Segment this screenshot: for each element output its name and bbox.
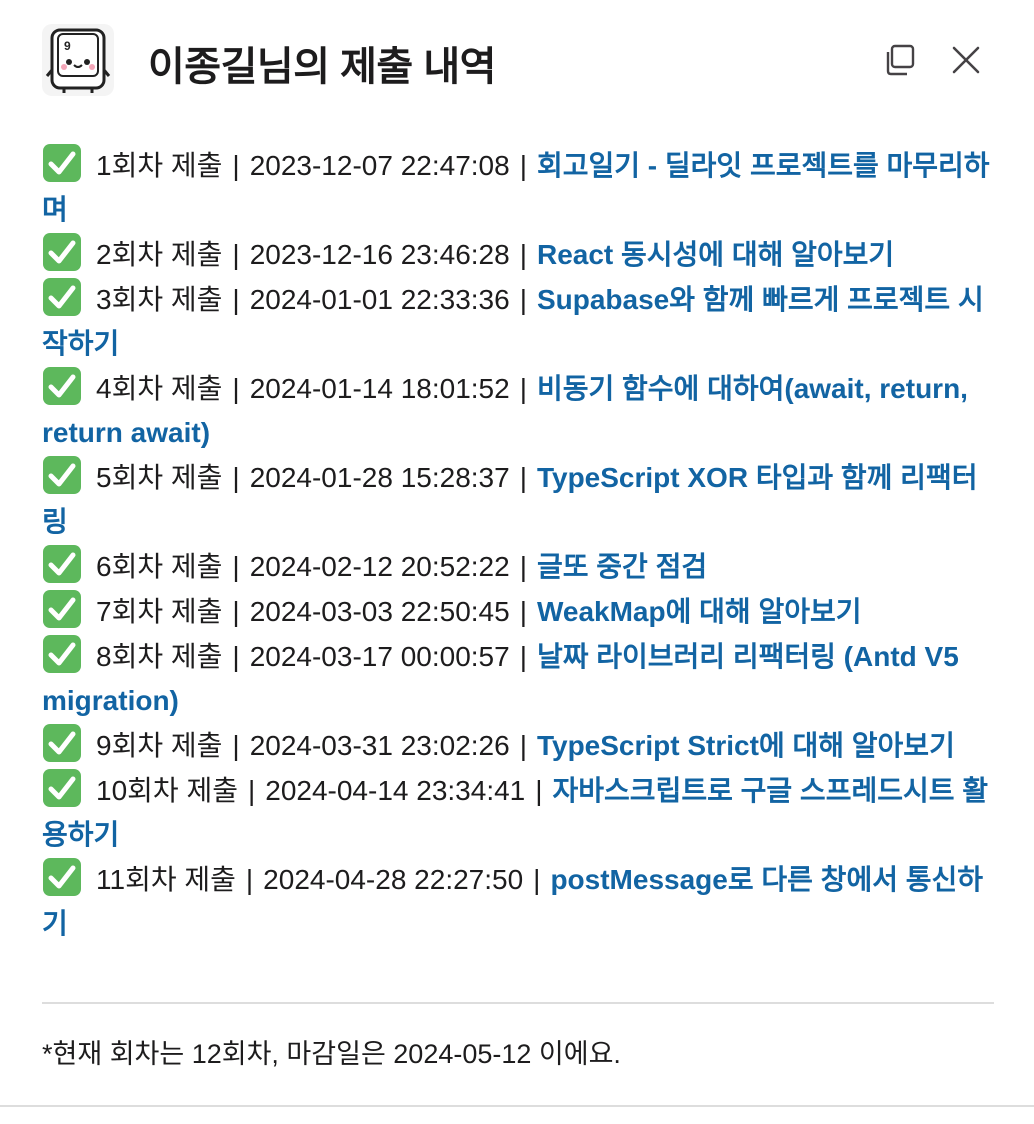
submission-round: 5회차 제출 [96,462,223,493]
check-mark-icon [42,857,82,897]
submission-time: 2024-01-01 22:33:36 [249,284,510,315]
submission-row: 10회차 제출 | 2024-04-14 23:34:41 | 자바스크립트로 구글 스… [42,768,1002,857]
submission-time: 2023-12-16 23:46:28 [249,239,510,270]
submission-round: 9회차 제출 [96,730,223,761]
separator: | [232,730,240,761]
submission-row: 8회차 제출 | 2024-03-17 00:00:57 | 날짜 라이브러리 리팩터링… [42,634,1002,723]
separator: | [519,730,527,761]
dialog-title: 이종길님의 제출 내역 [148,45,496,89]
submission-row: 1회차 제출 | 2023-12-07 22:47:08 | 회고일기 - 딜라잇 프로… [42,143,1002,232]
submission-post-link[interactable]: WeakMap에 대해 알아보기 [537,596,862,627]
bottom-divider [0,1105,1034,1107]
separator: | [519,462,527,493]
separator: | [232,551,240,582]
check-mark-icon [42,589,82,629]
separator: | [519,373,527,404]
check-mark-icon [42,366,82,406]
submission-post-link[interactable]: React 동시성에 대해 알아보기 [537,239,894,270]
separator: | [533,864,541,895]
separator: | [232,641,240,672]
submission-round: 1회차 제출 [96,150,223,181]
close-button[interactable] [946,40,986,80]
check-mark-icon [42,634,82,674]
submission-time: 2024-01-28 15:28:37 [249,462,510,493]
submission-row: 9회차 제출 | 2024-03-31 23:02:26 | TypeScript St… [42,723,1002,768]
submission-time: 2024-03-17 00:00:57 [249,641,510,672]
submission-row: 11회차 제출 | 2024-04-28 22:27:50 | postMessage로… [42,857,1002,946]
submission-round: 10회차 제출 [96,775,238,806]
check-mark-icon [42,544,82,584]
separator: | [232,596,240,627]
submission-time: 2024-03-31 23:02:26 [249,730,510,761]
submission-time: 2023-12-07 22:47:08 [249,150,510,181]
check-mark-icon [42,723,82,763]
separator: | [535,775,543,806]
separator: | [519,150,527,181]
submission-time: 2024-04-28 22:27:50 [263,864,524,895]
separator: | [519,596,527,627]
separator: | [519,641,527,672]
submission-row: 2회차 제출 | 2023-12-16 23:46:28 | React 동시성에 대해… [42,232,1002,277]
submission-round: 8회차 제출 [96,641,223,672]
deadline-footnote: *현재 회차는 12회차, 마감일은 2024-05-12 이에요. [42,1039,621,1069]
submission-row: 6회차 제출 | 2024-02-12 20:52:22 | 글또 중간 점검 [42,544,1002,589]
submission-post-link[interactable]: TypeScript Strict에 대해 알아보기 [537,730,955,761]
check-mark-icon [42,277,82,317]
submission-round: 7회차 제출 [96,596,223,627]
submission-time: 2024-01-14 18:01:52 [249,373,510,404]
submission-row: 3회차 제출 | 2024-01-01 22:33:36 | Supabase와 함께 … [42,277,1002,366]
submission-row: 4회차 제출 | 2024-01-14 18:01:52 | 비동기 함수에 대하여(a… [42,366,1002,455]
separator: | [519,551,527,582]
separator: | [247,775,256,806]
submission-round: 4회차 제출 [96,373,223,404]
close-icon [952,46,980,74]
separator: | [232,239,240,270]
submission-row: 5회차 제출 | 2024-01-28 15:28:37 | TypeScript XO… [42,455,1002,544]
submission-time: 2024-04-14 23:34:41 [265,775,526,806]
copy-button[interactable] [880,40,920,80]
separator: | [232,150,240,181]
submission-time: 2024-03-03 22:50:45 [249,596,510,627]
check-mark-icon [42,143,82,183]
submission-round: 3회차 제출 [96,284,223,315]
submission-post-link[interactable]: 글또 중간 점검 [537,551,707,582]
check-mark-icon [42,232,82,272]
dialog-header: 9 이종길님의 제출 내역 [0,0,1034,124]
separator: | [232,373,240,404]
separator: | [519,239,527,270]
submission-round: 11회차 제출 [96,864,236,895]
submission-time: 2024-02-12 20:52:22 [249,551,510,582]
submission-list: 1회차 제출 | 2023-12-07 22:47:08 | 회고일기 - 딜라잇 프로… [42,143,1002,946]
submission-row: 7회차 제출 | 2024-03-03 22:50:45 | WeakMap에 대해 알… [42,589,1002,634]
copy-icon [886,44,915,76]
submission-round: 2회차 제출 [96,239,223,270]
separator: | [519,284,527,315]
check-mark-icon [42,768,82,808]
submission-round: 6회차 제출 [96,551,223,582]
separator: | [232,284,240,315]
separator: | [232,462,240,493]
separator: | [245,864,254,895]
check-mark-icon [42,455,82,495]
divider [42,1002,994,1004]
keycap-label: 9 [64,39,71,53]
keycap-mascot-icon: 9 [42,24,114,96]
